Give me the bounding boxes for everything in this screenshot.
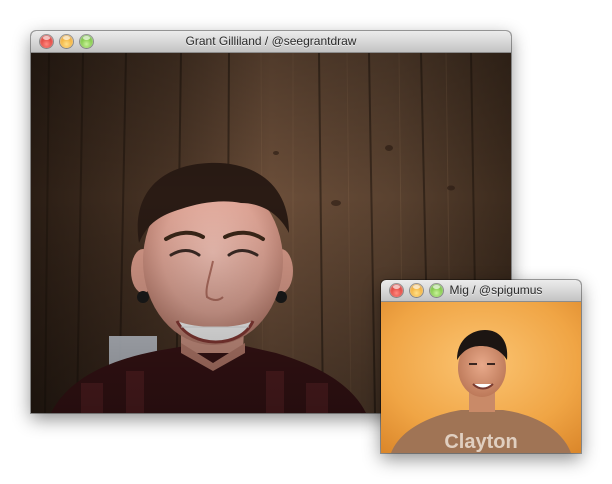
small-title-bar[interactable]: Mig / @spigumus [381, 280, 581, 302]
main-title-bar[interactable]: Grant Gilliland / @seegrantdraw [31, 31, 511, 53]
main-window-title: Grant Gilliland / @seegrantdraw [185, 34, 357, 48]
small-window-title: Mig / @spigumus [449, 283, 543, 297]
self-video-feed: Clayton [381, 302, 581, 453]
self-video-image: Clayton [381, 302, 581, 453]
shirt-text: Clayton [444, 431, 517, 453]
self-video-window[interactable]: Mig / @spigumus Clayton [381, 280, 581, 453]
